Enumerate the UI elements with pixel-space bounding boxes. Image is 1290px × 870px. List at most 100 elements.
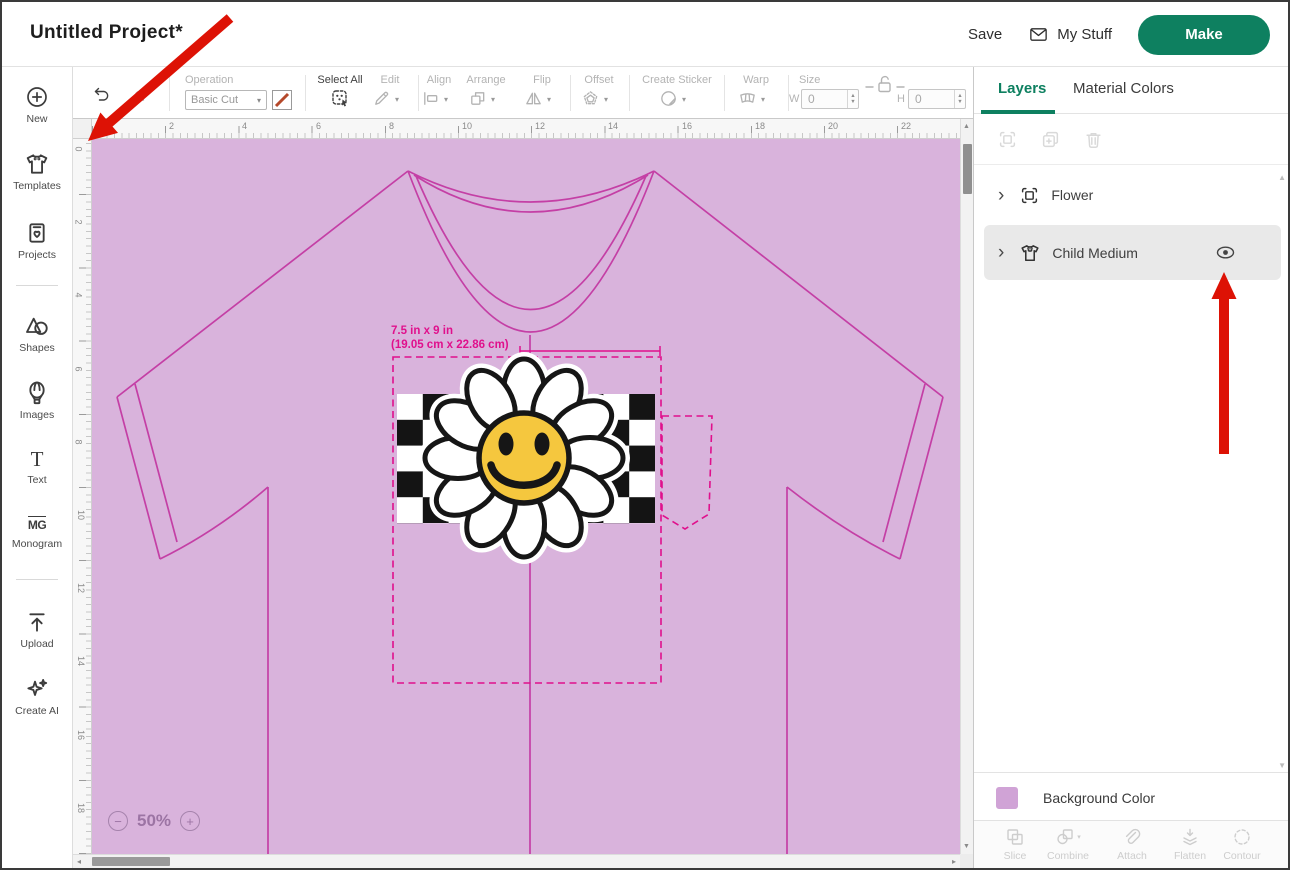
monogram-icon: MG bbox=[28, 516, 46, 534]
ruler-tick-label: 10 bbox=[76, 510, 86, 520]
operation-value: Basic Cut bbox=[191, 94, 238, 106]
sidebar-item-monogram[interactable]: MG Monogram bbox=[2, 516, 72, 550]
offset-caret-icon[interactable]: ▾ bbox=[604, 95, 608, 104]
group-icon[interactable] bbox=[998, 130, 1017, 149]
layer-actions-row bbox=[974, 114, 1290, 165]
tab-layers[interactable]: Layers bbox=[998, 80, 1046, 97]
zoom-in-button[interactable]: + bbox=[180, 811, 200, 831]
slice-button[interactable]: Slice bbox=[987, 827, 1043, 862]
height-input[interactable]: ▲ ▼ bbox=[908, 89, 966, 109]
canvas-horizontal-scrollbar[interactable]: ◂ ▸ bbox=[73, 854, 960, 868]
my-stuff-button[interactable]: My Stuff bbox=[1028, 24, 1112, 45]
flip-icon[interactable] bbox=[524, 89, 543, 108]
list-scroll-down-icon[interactable]: ▼ bbox=[1278, 761, 1286, 770]
selection-size-cm: (19.05 cm x 22.86 cm) bbox=[391, 339, 509, 351]
save-button[interactable]: Save bbox=[968, 26, 1002, 43]
chevron-right-icon[interactable]: › bbox=[998, 243, 1004, 262]
templates-tshirt-icon bbox=[25, 152, 49, 176]
operation-color-swatch[interactable] bbox=[272, 90, 292, 110]
flatten-label: Flatten bbox=[1174, 850, 1206, 862]
sidebar-item-label: Projects bbox=[18, 249, 56, 261]
smiley-eye bbox=[499, 433, 514, 456]
sidebar-item-create-ai[interactable]: Create AI bbox=[2, 677, 72, 717]
tab-material-colors[interactable]: Material Colors bbox=[1073, 80, 1174, 97]
flatten-button[interactable]: Flatten bbox=[1162, 827, 1218, 862]
create-sticker-icon[interactable] bbox=[659, 89, 678, 108]
ruler-tick-label: 6 bbox=[74, 366, 84, 371]
flip-caret-icon[interactable]: ▾ bbox=[547, 95, 551, 104]
lock-unlocked-icon[interactable] bbox=[863, 73, 907, 95]
height-stepper[interactable]: ▲ ▼ bbox=[954, 90, 965, 108]
width-input[interactable]: ▲ ▼ bbox=[801, 89, 859, 109]
cricut-design-space-window: Untitled Project* Save My Stuff Make New bbox=[0, 0, 1290, 870]
attach-label: Attach bbox=[1117, 850, 1147, 862]
flower-design[interactable] bbox=[397, 359, 655, 557]
layer-row-flower[interactable]: › Flower bbox=[984, 171, 1281, 219]
sidebar-item-label: Text bbox=[27, 474, 46, 486]
sidebar-item-images[interactable]: Images bbox=[2, 381, 72, 421]
new-icon bbox=[25, 85, 49, 109]
scroll-up-icon[interactable]: ▲ bbox=[963, 123, 970, 130]
align-icon[interactable] bbox=[421, 89, 440, 108]
scroll-left-icon[interactable]: ◂ bbox=[77, 857, 81, 866]
sidebar-item-label: Create AI bbox=[15, 705, 59, 717]
visibility-eye-icon[interactable] bbox=[1216, 246, 1235, 259]
width-stepper[interactable]: ▲ ▼ bbox=[847, 90, 858, 108]
combine-label: Combine bbox=[1047, 850, 1089, 862]
arrange-icon[interactable] bbox=[468, 89, 487, 108]
ruler-tick-label: 12 bbox=[535, 121, 545, 131]
create-sticker-caret-icon[interactable]: ▾ bbox=[682, 95, 686, 104]
zoom-level: 50% bbox=[137, 811, 171, 831]
design-canvas[interactable]: 7.5 in x 9 in (19.05 cm x 22.86 cm) bbox=[92, 139, 960, 854]
scroll-down-icon[interactable]: ▼ bbox=[963, 843, 970, 850]
align-caret-icon[interactable]: ▾ bbox=[444, 95, 448, 104]
ruler-tick-label: 12 bbox=[76, 583, 86, 593]
contour-icon bbox=[1232, 827, 1252, 847]
warp-icon[interactable] bbox=[738, 89, 757, 108]
sidebar-item-new[interactable]: New bbox=[2, 85, 72, 125]
ruler-tick-label: 0 bbox=[96, 121, 101, 131]
edit-pencil-icon[interactable] bbox=[372, 89, 391, 108]
arrange-caret-icon[interactable]: ▾ bbox=[491, 95, 495, 104]
select-all-icon[interactable] bbox=[330, 88, 350, 108]
undo-icon[interactable] bbox=[92, 84, 112, 104]
canvas-vertical-scrollbar[interactable]: ▲ ▼ bbox=[960, 119, 973, 854]
vertical-scroll-thumb[interactable] bbox=[963, 144, 972, 194]
width-value[interactable] bbox=[802, 90, 847, 108]
sidebar-item-label: Images bbox=[20, 409, 54, 421]
duplicate-icon[interactable] bbox=[1041, 130, 1060, 149]
arrange-label: Arrange bbox=[456, 74, 516, 86]
layer-row-child-medium[interactable]: › Child Medium bbox=[984, 225, 1281, 280]
combine-button[interactable]: ▾ Combine bbox=[1040, 827, 1096, 862]
shapes-icon bbox=[25, 314, 49, 338]
zoom-out-button[interactable]: − bbox=[108, 811, 128, 831]
vertical-ruler: 0 2 4 6 8 10 12 14 16 18 bbox=[73, 139, 92, 854]
offset-icon[interactable] bbox=[581, 89, 600, 108]
sidebar-item-shapes[interactable]: Shapes bbox=[2, 314, 72, 354]
stepper-down-icon[interactable]: ▼ bbox=[850, 99, 855, 105]
attach-button[interactable]: Attach bbox=[1104, 827, 1160, 862]
warp-caret-icon[interactable]: ▾ bbox=[761, 95, 765, 104]
chevron-right-icon[interactable]: › bbox=[998, 186, 1004, 205]
sidebar-item-projects[interactable]: Projects bbox=[2, 221, 72, 261]
contour-button[interactable]: Contour bbox=[1214, 827, 1270, 862]
projects-icon bbox=[25, 221, 49, 245]
make-button[interactable]: Make bbox=[1138, 15, 1270, 55]
operation-dropdown[interactable]: Basic Cut ▾ bbox=[185, 90, 267, 110]
sidebar-item-templates[interactable]: Templates bbox=[2, 152, 72, 192]
stepper-down-icon[interactable]: ▼ bbox=[957, 99, 962, 105]
background-color-swatch[interactable] bbox=[996, 787, 1018, 809]
size-label: Size bbox=[799, 74, 820, 86]
tshirt-layer-icon bbox=[1020, 243, 1040, 263]
delete-icon[interactable] bbox=[1084, 130, 1103, 149]
background-color-row: Background Color bbox=[974, 772, 1290, 825]
redo-icon[interactable] bbox=[131, 84, 151, 104]
edit-caret-icon[interactable]: ▾ bbox=[395, 95, 399, 104]
topbar-actions: Save My Stuff Make bbox=[968, 2, 1270, 67]
horizontal-scroll-thumb[interactable] bbox=[92, 857, 170, 866]
sidebar-item-upload[interactable]: Upload bbox=[2, 610, 72, 650]
sidebar-item-text[interactable]: T Text bbox=[2, 448, 72, 486]
height-value[interactable] bbox=[909, 90, 954, 108]
combine-caret-icon[interactable]: ▾ bbox=[1077, 833, 1081, 841]
scroll-right-icon[interactable]: ▸ bbox=[952, 857, 956, 866]
